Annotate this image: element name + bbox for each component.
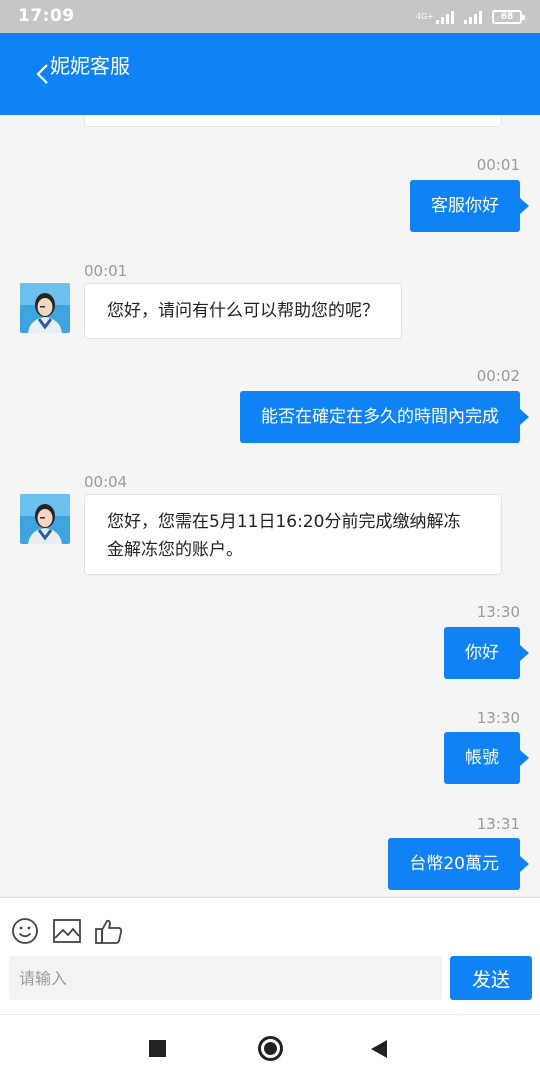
thumbs-up-icon[interactable] xyxy=(94,917,124,945)
incoming-message-bubble[interactable]: 您好，您需在5月11日16:20分前完成缴纳解冻 金解冻您的账户。 xyxy=(84,494,502,575)
incoming-message-bubble[interactable]: 您好，请问有什么可以帮助您的呢？ xyxy=(84,283,402,339)
message-timestamp: 13:30 xyxy=(476,709,520,727)
message-timestamp: 00:01 xyxy=(476,156,520,174)
agent-avatar[interactable] xyxy=(20,494,70,544)
outgoing-message-bubble[interactable]: 台幣20萬元 xyxy=(388,838,529,890)
outgoing-message-bubble[interactable]: 客服你好 xyxy=(410,180,529,232)
emoji-icon[interactable] xyxy=(11,917,39,945)
message-timestamp: 13:30 xyxy=(476,603,520,621)
message-text-line: 金解冻您的账户。 xyxy=(107,540,243,560)
back-triangle-icon[interactable] xyxy=(371,1040,387,1058)
battery-level: 68 xyxy=(500,12,514,22)
agent-avatar[interactable] xyxy=(20,283,70,333)
network-type-label: 4G+ xyxy=(416,12,434,21)
message-timestamp: 00:02 xyxy=(476,367,520,385)
recents-square-icon[interactable] xyxy=(149,1040,166,1057)
chat-message-list[interactable]: 00:01 客服你好 00:01 您好，请问有什么可以帮助您的呢？ 00:02 … xyxy=(0,115,540,897)
partial-message-bubble xyxy=(84,115,502,127)
message-timestamp: 00:01 xyxy=(84,262,128,280)
outgoing-message-bubble[interactable]: 能否在確定在多久的時間內完成 xyxy=(240,391,529,443)
status-icons: 4G+ 68 xyxy=(416,8,525,26)
message-timestamp: 00:04 xyxy=(84,473,128,491)
system-nav-bar xyxy=(0,1014,540,1080)
signal-icon-2 xyxy=(464,10,482,24)
message-timestamp: 13:31 xyxy=(476,815,520,833)
page-title: 妮妮客服 xyxy=(50,54,130,78)
signal-icon xyxy=(436,10,454,24)
app-header: 妮妮客服 xyxy=(0,33,540,115)
message-input[interactable] xyxy=(9,956,442,1000)
status-time: 17:09 xyxy=(18,6,75,26)
message-composer: 发送 xyxy=(0,897,540,1014)
outgoing-message-bubble[interactable]: 帳號 xyxy=(444,732,529,784)
image-icon[interactable] xyxy=(52,917,82,945)
send-button[interactable]: 发送 xyxy=(450,956,532,1000)
status-bar: 17:09 4G+ 68 xyxy=(0,0,540,33)
outgoing-message-bubble[interactable]: 你好 xyxy=(444,627,529,679)
battery-icon: 68 xyxy=(492,10,525,24)
home-circle-icon[interactable] xyxy=(258,1036,283,1061)
message-text-line: 您好，您需在5月11日16:20分前完成缴纳解冻 xyxy=(107,512,461,532)
